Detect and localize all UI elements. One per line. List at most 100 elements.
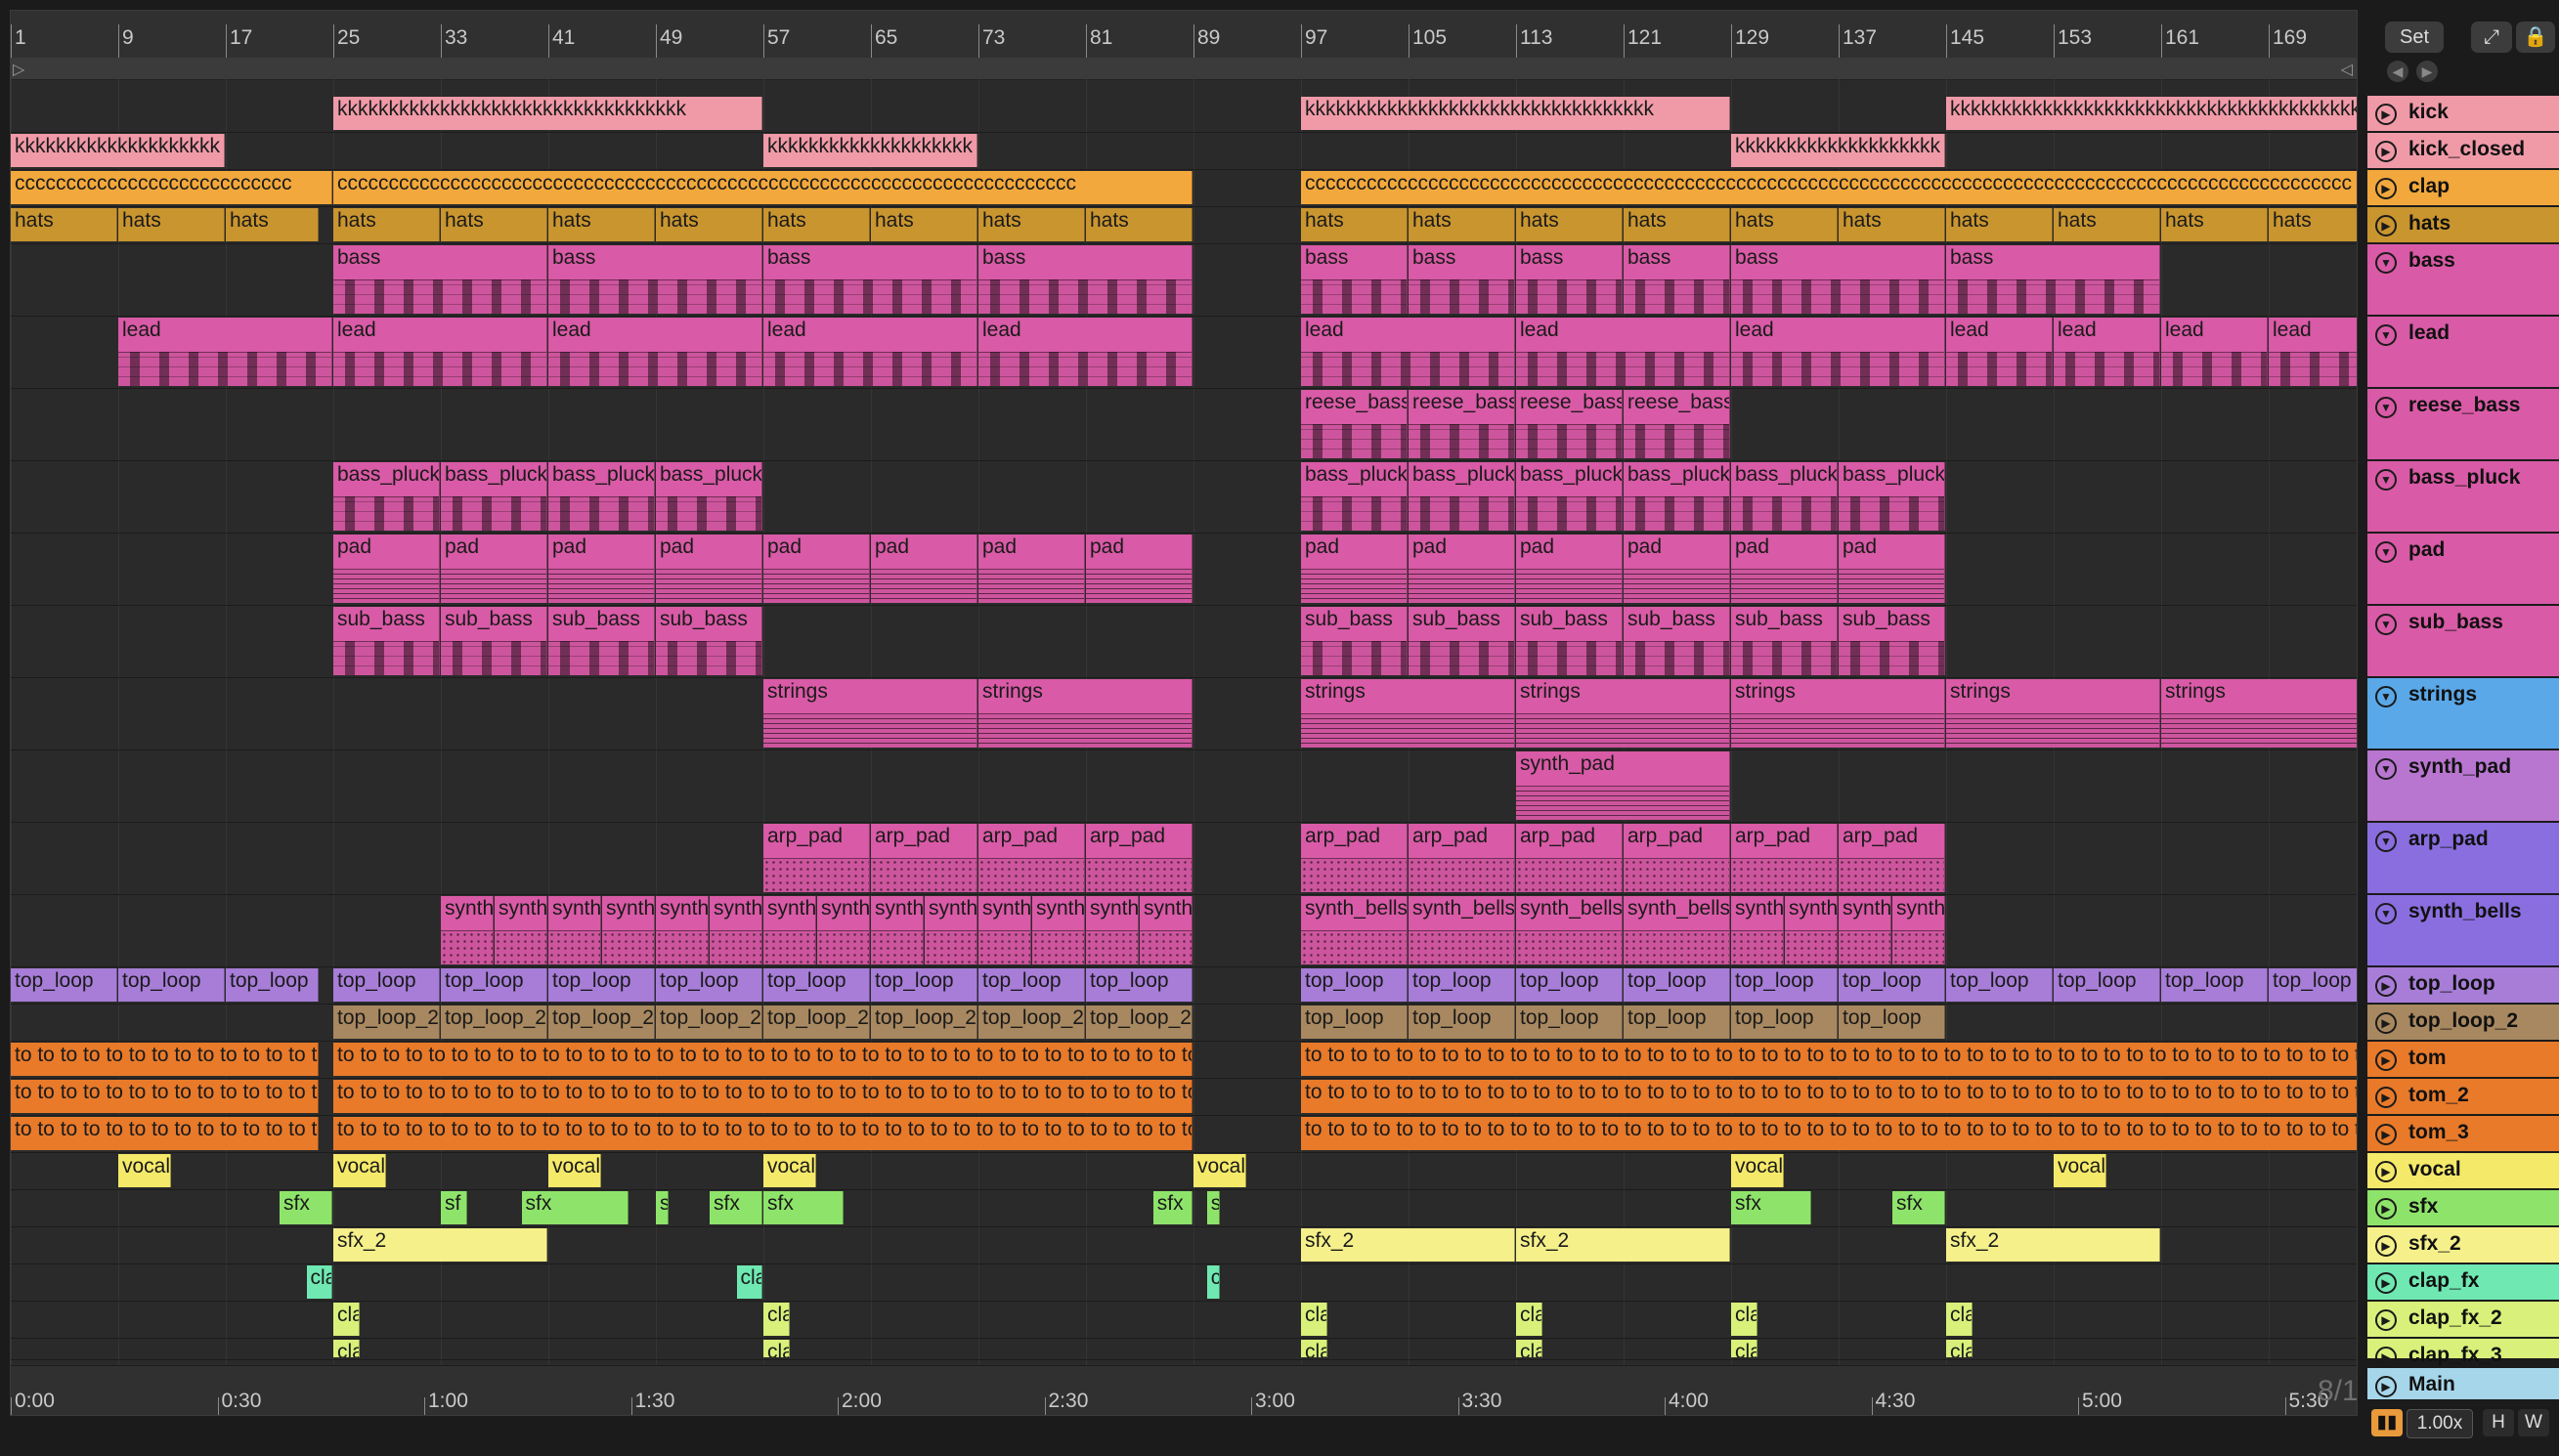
arrangement-view[interactable]: 1 9 17 25 33 41 49 57 65 73 81 89 97 105 113 121 129 137 1…: [10, 10, 2358, 1416]
clip[interactable]: cla: [1731, 1303, 1757, 1336]
lane-top-loop-2[interactable]: top_loop_2 top_loop_2 top_loop_2 top_loop_2…: [11, 1004, 2357, 1042]
clip[interactable]: vocal: [118, 1154, 171, 1187]
clip[interactable]: arp_pad: [871, 824, 977, 892]
clip[interactable]: arp_pad: [1086, 824, 1193, 892]
chevron-down-icon[interactable]: ▼: [2375, 686, 2397, 707]
chevron-down-icon[interactable]: ▼: [2375, 541, 2397, 563]
clip[interactable]: lead: [2054, 318, 2160, 386]
clip[interactable]: lead: [2161, 318, 2268, 386]
clip[interactable]: synth_bells: [1516, 896, 1623, 964]
clip[interactable]: pad: [1409, 535, 1515, 603]
track-header-reese-bass[interactable]: ▼ reese_bass: [2367, 389, 2559, 461]
track-header-pad[interactable]: ▼ pad: [2367, 534, 2559, 606]
w-toggle-button[interactable]: W: [2518, 1409, 2549, 1436]
clip[interactable]: hats: [871, 208, 977, 241]
play-icon[interactable]: ▶: [2375, 1161, 2397, 1182]
clip[interactable]: arp_pad: [1409, 824, 1515, 892]
play-icon[interactable]: ▶: [2375, 1272, 2397, 1294]
clip[interactable]: bass: [1301, 245, 1408, 314]
clip[interactable]: sub_bass: [441, 607, 547, 675]
clip[interactable]: cla: [736, 1265, 762, 1299]
track-header-kick[interactable]: ▶ kick: [2367, 96, 2559, 133]
clip[interactable]: kkkkkkkkkkkkkkkkkkkk: [763, 134, 977, 167]
clip[interactable]: hats: [656, 208, 762, 241]
clip[interactable]: kkkkkkkkkkkkkkkkkkkkkkkkkkkkkkkkkk: [1301, 97, 1730, 130]
clip[interactable]: hats: [763, 208, 870, 241]
clip[interactable]: bass_pluck: [1516, 462, 1623, 531]
clip[interactable]: bass_pluck: [1731, 462, 1838, 531]
clip[interactable]: cla: [333, 1303, 360, 1336]
clip[interactable]: bass: [1409, 245, 1515, 314]
clip[interactable]: hats: [333, 208, 440, 241]
clip[interactable]: synth: [1032, 896, 1085, 964]
bar-ruler[interactable]: 1 9 17 25 33 41 49 57 65 73 81 89 97 105 113 121 129 137 1…: [11, 11, 2357, 59]
play-icon[interactable]: ▶: [2375, 1347, 2397, 1368]
clip[interactable]: lead: [1516, 318, 1730, 386]
clip[interactable]: reese_bass: [1624, 390, 1730, 458]
track-header-top-loop[interactable]: ▶ top_loop: [2367, 967, 2559, 1005]
track-header-clap-fx-2[interactable]: ▶ clap_fx_2: [2367, 1302, 2559, 1339]
clip[interactable]: synth: [1839, 896, 1891, 964]
lane-lead[interactable]: lead lead lead lead lead lead lead lead lead lead…: [11, 316, 2357, 389]
lane-tom[interactable]: to to to to to to to to to to to to to t…: [11, 1041, 2357, 1079]
lane-clap-fx-2[interactable]: cla cla cla cla cla cla: [11, 1301, 2357, 1339]
clip[interactable]: top_loop: [1086, 968, 1193, 1002]
back-arrow-icon[interactable]: ◀: [2387, 61, 2408, 82]
clip[interactable]: cla: [1946, 1303, 1973, 1336]
clip[interactable]: top_loop: [763, 968, 870, 1002]
clip[interactable]: lead: [1946, 318, 2053, 386]
clip[interactable]: bass_pluck: [548, 462, 655, 531]
track-header-clap[interactable]: ▶ clap: [2367, 170, 2559, 207]
clip[interactable]: lead: [763, 318, 977, 386]
clip[interactable]: bass: [1624, 245, 1730, 314]
track-header-clap-fx[interactable]: ▶ clap_fx: [2367, 1264, 2559, 1302]
clip[interactable]: arp_pad: [1731, 824, 1838, 892]
clip[interactable]: vocal: [548, 1154, 601, 1187]
clip[interactable]: lead: [2269, 318, 2357, 386]
clip[interactable]: top_loop: [2161, 968, 2268, 1002]
clip[interactable]: kkkkkkkkkkkkkkkkkkkk: [1731, 134, 1945, 167]
clip[interactable]: synth: [548, 896, 601, 964]
clip[interactable]: top_loop: [1409, 968, 1515, 1002]
clip[interactable]: arp_pad: [1839, 824, 1945, 892]
clip[interactable]: lead: [1731, 318, 1945, 386]
clip[interactable]: top_loop: [1516, 968, 1623, 1002]
clip[interactable]: ccccccccccccccccccccccccccc: [11, 171, 332, 204]
clip[interactable]: synth: [656, 896, 709, 964]
clip[interactable]: strings: [1516, 679, 1730, 748]
track-header-tom-3[interactable]: ▶ tom_3: [2367, 1116, 2559, 1153]
clip[interactable]: pad: [1516, 535, 1623, 603]
clip[interactable]: arp_pad: [1624, 824, 1730, 892]
clip[interactable]: sf: [441, 1191, 467, 1224]
clip[interactable]: sfx: [1152, 1191, 1193, 1224]
clip[interactable]: sfx: [710, 1191, 762, 1224]
lane-clap-fx-3[interactable]: cla cla cla cla cla cla: [11, 1338, 2357, 1360]
clip[interactable]: pad: [333, 535, 440, 603]
clip[interactable]: cla: [1731, 1340, 1757, 1357]
clip[interactable]: top_loop: [2269, 968, 2357, 1002]
clip[interactable]: hats: [1624, 208, 1730, 241]
clip[interactable]: synth: [871, 896, 924, 964]
lane-tom-3[interactable]: to to to to to to to to to to to to to t…: [11, 1115, 2357, 1153]
clip[interactable]: top_loop_2: [441, 1006, 547, 1039]
lane-clap[interactable]: ccccccccccccccccccccccccccc ccccccccccccc…: [11, 169, 2357, 207]
clip[interactable]: hats: [226, 208, 320, 241]
cpu-meter-icon[interactable]: ▮▮: [2371, 1409, 2403, 1436]
clip[interactable]: top_loop: [1624, 1006, 1730, 1039]
clip[interactable]: top_loop_2: [1086, 1006, 1193, 1039]
clip[interactable]: sub_bass: [1516, 607, 1623, 675]
clip[interactable]: pad: [1839, 535, 1945, 603]
lane-strings[interactable]: strings strings strings strings strings strin…: [11, 677, 2357, 750]
clip[interactable]: hats: [1839, 208, 1945, 241]
clip[interactable]: vocal: [1731, 1154, 1784, 1187]
clip[interactable]: bass: [978, 245, 1193, 314]
clip[interactable]: hats: [11, 208, 117, 241]
track-header-lead[interactable]: ▼ lead: [2367, 317, 2559, 389]
clip[interactable]: strings: [978, 679, 1193, 748]
track-header-top-loop-2[interactable]: ▶ top_loop_2: [2367, 1005, 2559, 1042]
clip[interactable]: top_loop_2: [656, 1006, 762, 1039]
clip[interactable]: hats: [2269, 208, 2357, 241]
clip[interactable]: top_loop: [548, 968, 655, 1002]
zoom-field[interactable]: 1.00x: [2407, 1409, 2473, 1438]
clip[interactable]: bass: [333, 245, 547, 314]
